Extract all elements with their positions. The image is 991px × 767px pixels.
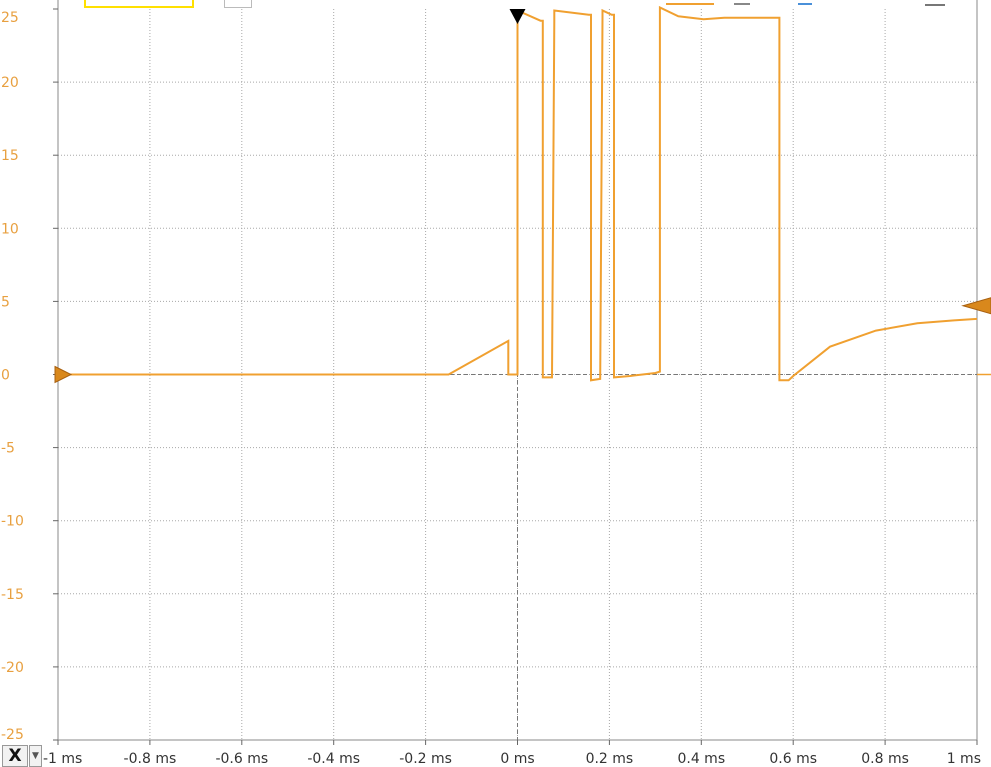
y-tick-label: 5	[1, 294, 10, 310]
y-axis-labels: 25 20 15 10 5 0 -5 -10 -15 -20 -25	[1, 10, 24, 743]
ground-level-marker[interactable]	[54, 365, 73, 384]
x-axis-badge[interactable]: X	[2, 745, 28, 767]
y-tick-label: 25	[1, 10, 19, 26]
plot-markers[interactable]	[54, 9, 991, 384]
y-tick-label: -20	[1, 660, 24, 676]
y-tick-label: -25	[1, 727, 24, 743]
x-tick-label: -0.6 ms	[215, 751, 268, 767]
caret-down-icon[interactable]: ▼	[29, 745, 42, 767]
y-tick-label: -5	[1, 441, 15, 457]
x-tick-label: 0.2 ms	[586, 751, 634, 767]
x-tick-label: 0.8 ms	[861, 751, 909, 767]
y-tick-label: 10	[1, 221, 19, 237]
x-tick-label: -1 ms	[43, 751, 82, 767]
y-tick-label: 20	[1, 75, 19, 91]
y-tick-label: 15	[1, 148, 19, 164]
oscilloscope-plot[interactable]: 25 20 15 10 5 0 -5 -10 -15 -20 -25 -1 ms -0.8 ms -0.…	[0, 0, 991, 767]
waveform-series-line	[58, 5, 978, 382]
x-tick-label: -0.4 ms	[307, 751, 360, 767]
x-tick-label: 0.6 ms	[769, 751, 817, 767]
plot-grid	[53, 0, 991, 745]
x-tick-label: -0.2 ms	[399, 751, 452, 767]
x-tick-label: 1 ms	[947, 751, 981, 767]
waveform-trace	[58, 5, 978, 382]
y-tick-label: -15	[1, 587, 24, 603]
x-tick-label: -0.8 ms	[124, 751, 177, 767]
y-tick-label: 0	[1, 368, 10, 384]
trigger-time-marker[interactable]	[509, 9, 526, 24]
x-tick-label: 0 ms	[500, 751, 534, 767]
x-axis-labels: -1 ms -0.8 ms -0.6 ms -0.4 ms -0.2 ms 0 ms 0.2…	[43, 751, 981, 767]
y-tick-label: -10	[1, 514, 24, 530]
x-tick-label: 0.4 ms	[677, 751, 725, 767]
